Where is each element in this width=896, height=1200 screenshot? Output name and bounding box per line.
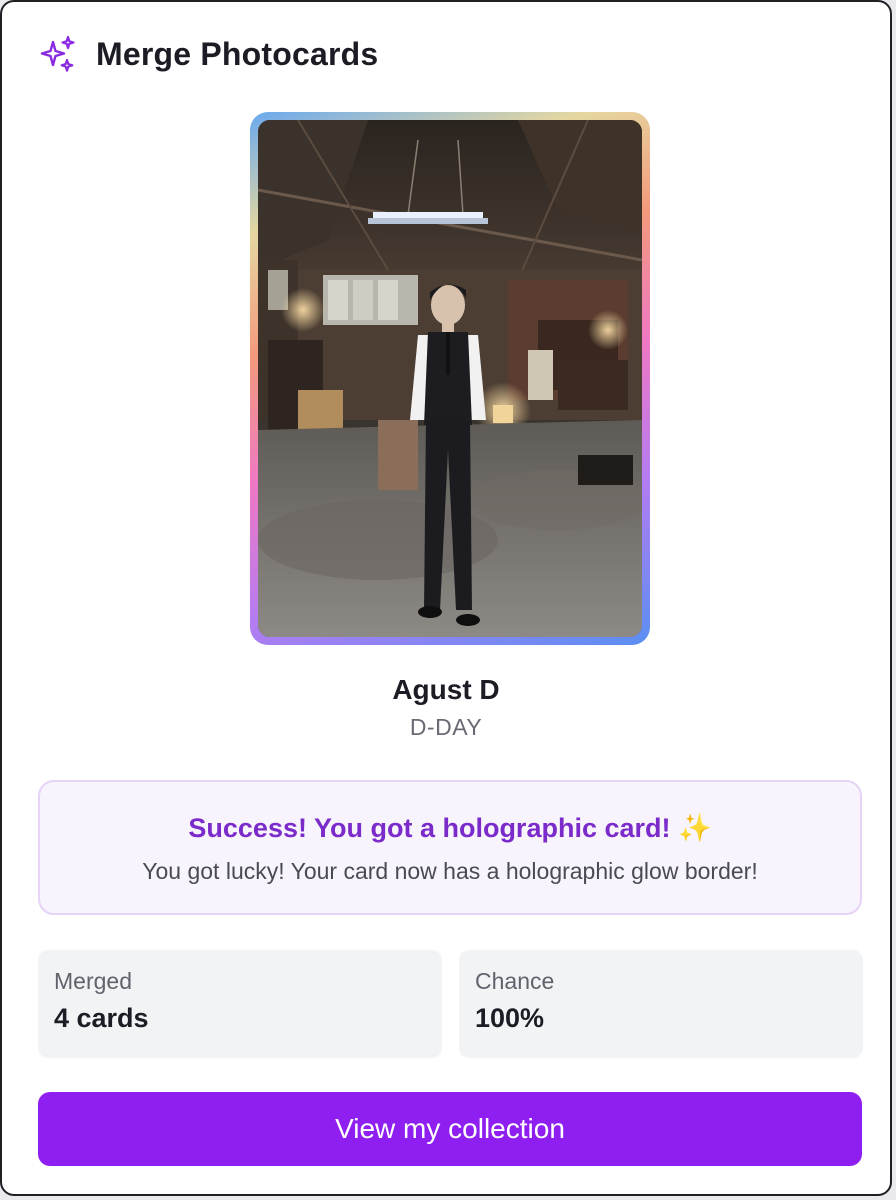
modal-header: Merge Photocards	[38, 32, 378, 76]
card-album-name: D-DAY	[409, 714, 483, 740]
merged-value: 4 cards	[54, 1003, 149, 1033]
photocard-image	[258, 120, 642, 637]
success-title: Success! You got a holographic card! ✨	[188, 813, 712, 843]
merged-stat: Merged 4 cards	[38, 950, 442, 1058]
sparkles-icon	[40, 35, 75, 72]
chance-stat: Chance 100%	[459, 950, 863, 1058]
view-collection-button[interactable]: View my collection	[38, 1092, 862, 1166]
success-message-box: Success! You got a holographic card! ✨ Y…	[38, 780, 862, 915]
merged-label: Merged	[54, 968, 132, 994]
modal-title: Merge Photocards	[96, 35, 379, 72]
merge-result-modal: Merge Photocards Agust D D-DAY Success! …	[0, 0, 892, 1196]
chance-label: Chance	[475, 968, 555, 994]
holographic-card-border	[250, 112, 650, 645]
card-artist-name: Agust D	[392, 674, 500, 705]
chance-value: 100%	[475, 1003, 545, 1033]
success-description: You got lucky! Your card now has a holog…	[142, 858, 758, 884]
